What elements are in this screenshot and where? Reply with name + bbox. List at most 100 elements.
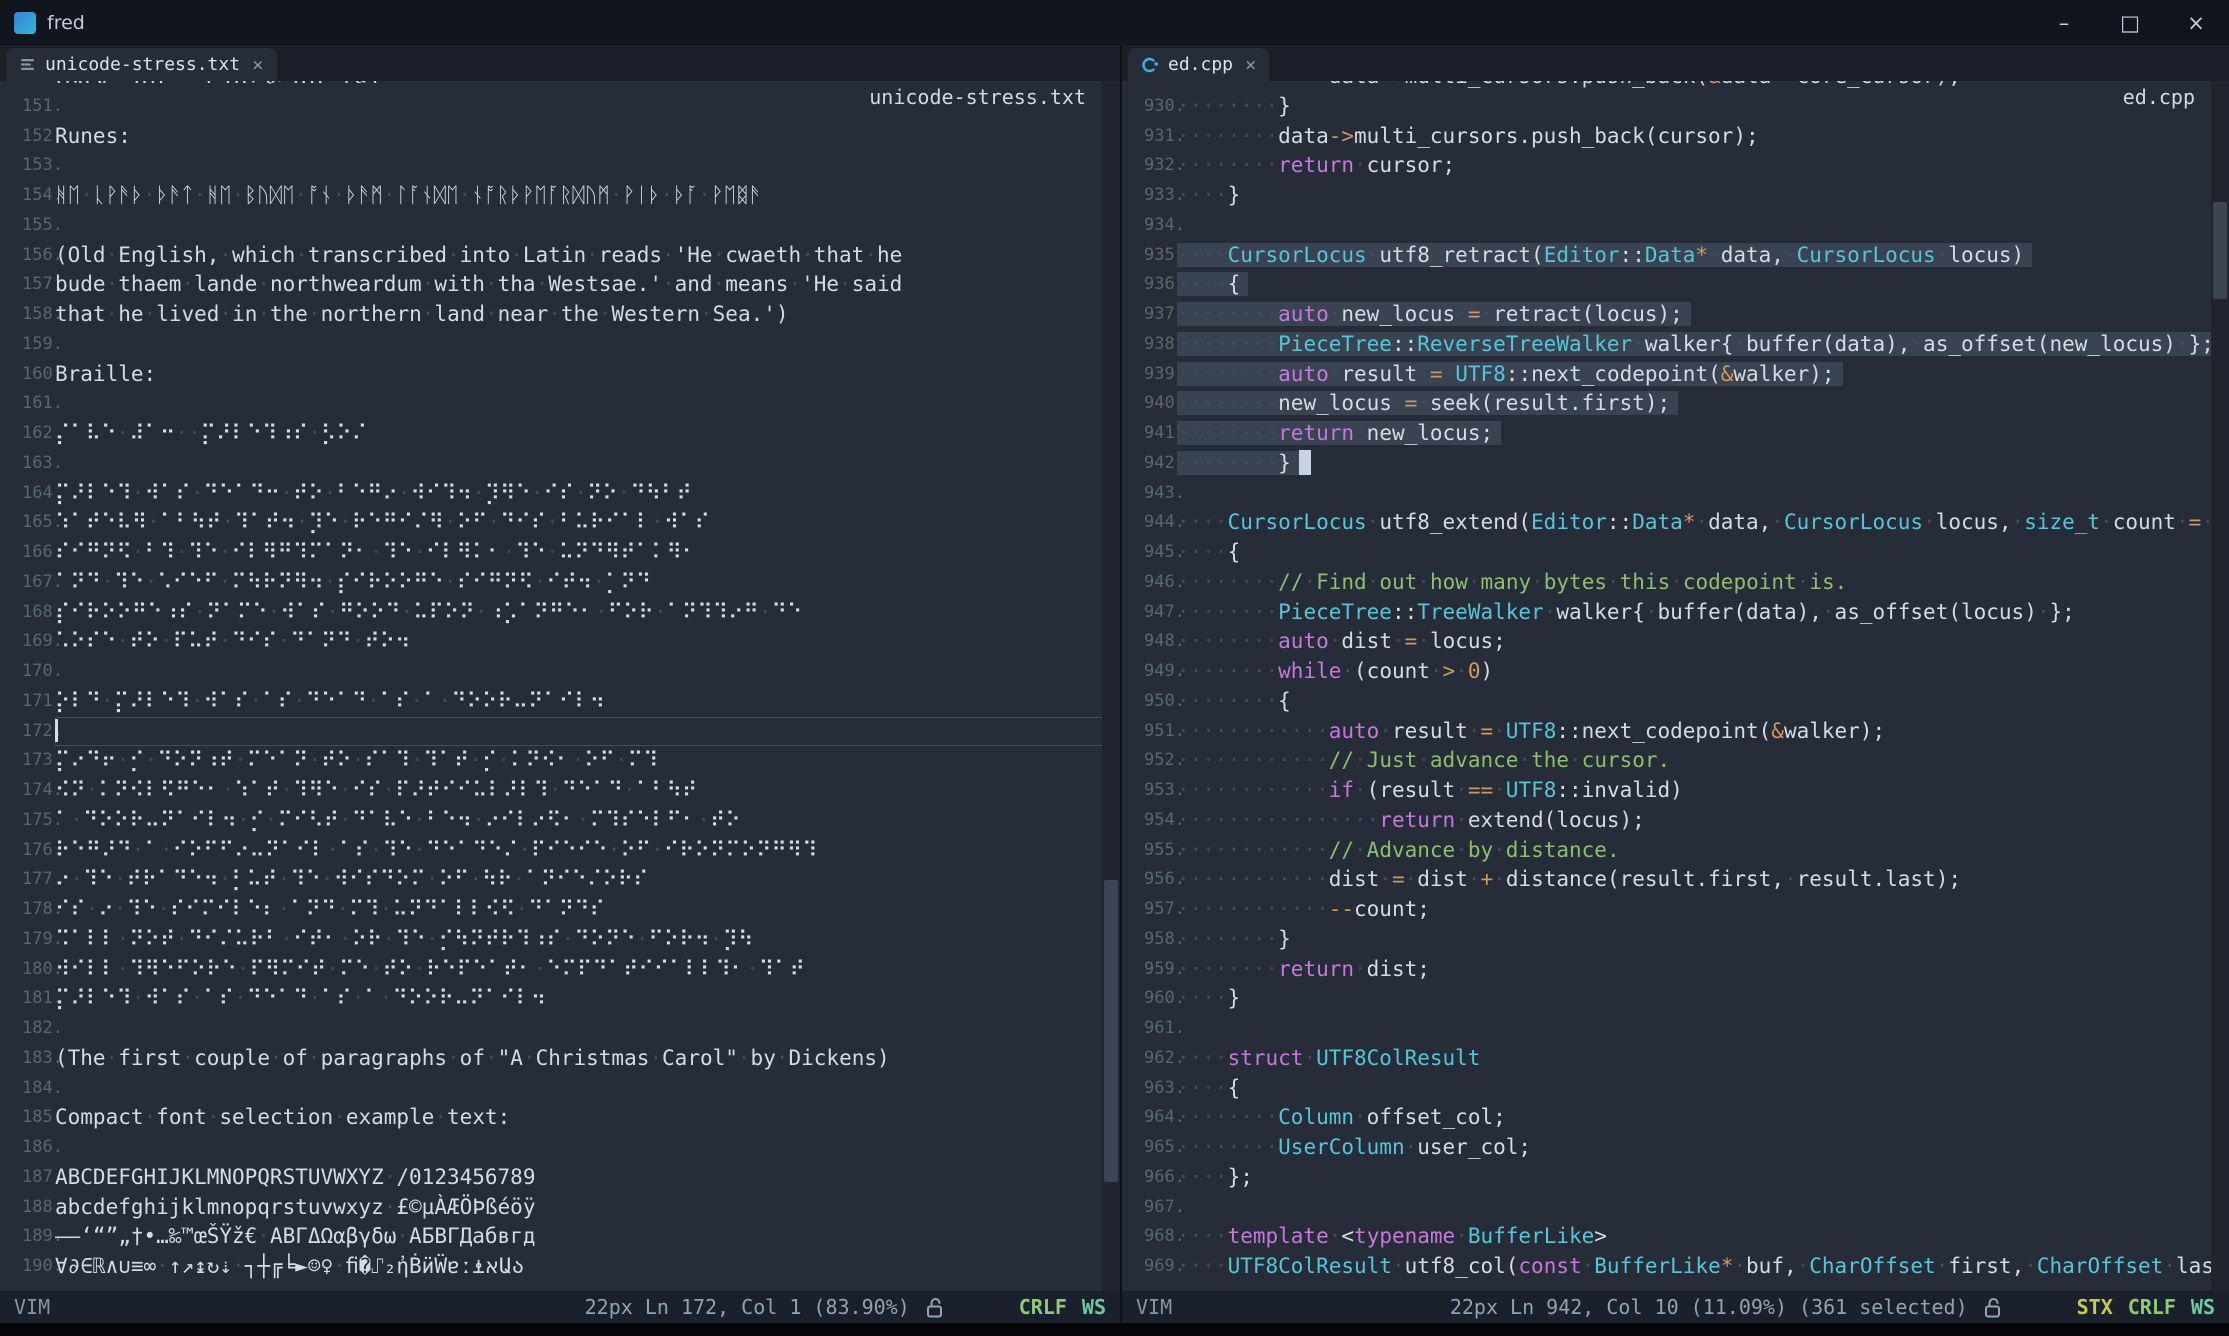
line-number: 156. <box>0 241 46 271</box>
line-number: 183. <box>0 1044 46 1074</box>
editor-line: 934. <box>1122 211 2229 241</box>
status-bar-right: VIM 22px Ln 942, Col 10 (11.09%) (361 se… <box>1122 1291 2229 1323</box>
editor-line: 180.⠺⠊⠇⠇·⠹⠻⠑⠋⠕⠗⠑·⠏⠻⠍⠊⠞·⠍⠑·⠞⠕·⠗⠑⠏⠑⠁⠞⠂·⠑⠍⠏… <box>0 955 1120 985</box>
line-number: 165. <box>0 508 46 538</box>
scrollbar-thumb[interactable] <box>1104 880 1118 1183</box>
line-number: 953. <box>1122 776 1168 806</box>
minimize-button[interactable]: – <box>2031 0 2097 45</box>
editor-line: 171.⡕⠇⠙·⡍⠜⠇⠑⠹·⠺⠁⠎·⠁⠎·⠙⠑⠁⠙·⠁⠎·⠁·⠙⠕⠕⠗⠤⠝⠁⠊⠇… <box>0 687 1120 717</box>
editor-line: 170. <box>0 657 1120 687</box>
line-number: 152. <box>0 122 46 152</box>
line-number: 154. <box>0 181 46 211</box>
editor-line: 172. <box>0 717 1120 747</box>
editor-lines: 929.············data->multi_cursors.push… <box>1122 81 2229 1282</box>
line-number: 937. <box>1122 300 1168 330</box>
line-number: 964. <box>1122 1103 1168 1133</box>
unlock-icon[interactable] <box>926 1296 945 1319</box>
status-indicator-crlf: CRLF <box>1019 1295 1067 1319</box>
status-indicator-crlf: CRLF <box>2128 1295 2176 1319</box>
title-bar: fred – □ × <box>0 0 2229 45</box>
line-number: 942. <box>1122 449 1168 479</box>
editor-line: 944.····CursorLocus·utf8_extend(Editor::… <box>1122 508 2229 538</box>
line-number: 933. <box>1122 181 1168 211</box>
editor-line: 945.····{ <box>1122 538 2229 568</box>
line-number: 951. <box>1122 717 1168 747</box>
line-number: 155. <box>0 211 46 241</box>
line-number: 172. <box>0 717 46 747</box>
line-number: 169. <box>0 627 46 657</box>
tab-strip-left: unicode-stress.txt × <box>0 45 1120 81</box>
line-number: 931. <box>1122 122 1168 152</box>
unlock-icon[interactable] <box>1984 1296 2003 1319</box>
editor-line: 964.········Column·offset_col; <box>1122 1103 2229 1133</box>
window-bottom-edge <box>0 1323 2229 1336</box>
editor-line: 935.····CursorLocus·utf8_retract(Editor:… <box>1122 241 2229 271</box>
editor-line: 173.⡍⠔⠙⠖·⡊·⠙⠕⠝⠰⠞·⠍⠑⠁⠝·⠞⠕·⠎⠁⠹·⠹⠁⠞·⡊·⠅⠝⠪⠂·… <box>0 746 1120 776</box>
line-number: 157. <box>0 270 46 300</box>
text-file-icon <box>19 56 36 73</box>
editor-right[interactable]: ed.cpp 929.············data->multi_curso… <box>1122 81 2229 1291</box>
editor-line: 182. <box>0 1014 1120 1044</box>
tab-close-icon[interactable]: × <box>252 54 263 76</box>
line-number: 968. <box>1122 1222 1168 1252</box>
scrollbar-thumb[interactable] <box>2213 202 2227 299</box>
editor-line: 164.⡍⠜⠇⠑⠹·⠺⠁⠎·⠙⠑⠁⠙⠒·⠞⠕·⠃⠑⠛⠔·⠺⠊⠹⠲·⡹⠻⠑·⠊⠎·… <box>0 479 1120 509</box>
editor-line: 175.⠁·⠙⠕⠕⠗⠤⠝⠁⠊⠇⠲·⡊·⠍⠊⠣⠞·⠙⠁⠧⠑·⠃⠑⠲·⠔⠊⠇⠔⠫⠂·… <box>0 806 1120 836</box>
line-number: 189. <box>0 1222 46 1252</box>
editor-line: 968.····template·<typename·BufferLike> <box>1122 1222 2229 1252</box>
filename-overlay: ed.cpp <box>2123 85 2195 109</box>
text-cursor <box>55 719 58 742</box>
tab-unicode-stress[interactable]: unicode-stress.txt × <box>6 48 277 81</box>
line-number: 185. <box>0 1103 46 1133</box>
line-number: 944. <box>1122 508 1168 538</box>
line-number: 187. <box>0 1163 46 1193</box>
line-number: 962. <box>1122 1044 1168 1074</box>
editor-line: 966.····}; <box>1122 1163 2229 1193</box>
tab-strip-right: ed.cpp × <box>1122 45 2229 81</box>
editor-line: 951.············auto·result·=·UTF8::next… <box>1122 717 2229 747</box>
line-number: 158. <box>0 300 46 330</box>
eol-indicators: STXCRLFWS <box>2077 1295 2215 1319</box>
editor-line: 930.········} <box>1122 92 2229 122</box>
line-number: 170. <box>0 657 46 687</box>
editor-line: 961. <box>1122 1014 2229 1044</box>
line-number: 175. <box>0 806 46 836</box>
scrollbar[interactable] <box>1102 81 1120 1291</box>
editor-line: 939.········auto·result·=·UTF8::next_cod… <box>1122 360 2229 390</box>
editor-left[interactable]: unicode-stress.txt 150.የእስላም·አገሩ·መካ·የአሞራ… <box>0 81 1120 1291</box>
filename-overlay: unicode-stress.txt <box>869 85 1086 109</box>
editor-line: 157.bude·thaem·lande·northweardum·with·t… <box>0 270 1120 300</box>
line-number: 176. <box>0 836 46 866</box>
scrollbar[interactable] <box>2211 81 2229 1291</box>
line-number: 940. <box>1122 389 1168 419</box>
pane-unicode-stress: unicode-stress.txt × unicode-stress.txt … <box>0 45 1122 1323</box>
line-number: 941. <box>1122 419 1168 449</box>
line-number: 946. <box>1122 568 1168 598</box>
pane-ed-cpp: ed.cpp × ed.cpp 929.············data->mu… <box>1122 45 2229 1323</box>
editor-line: 178.⠊⠎·⠔·⠹⠑·⠎⠊⠍⠊⠇⠑⠆·⠁⠝⠙·⠍⠹·⠥⠝⠙⠁⠇⠇⠪⠫·⠙⠁⠝⠙… <box>0 895 1120 925</box>
line-number: 188. <box>0 1193 46 1223</box>
editor-line: 956.············dist·=·dist·+·distance(r… <box>1122 865 2229 895</box>
editor-line: 184. <box>0 1074 1120 1104</box>
editor-line: 931.········data->multi_cursors.push_bac… <box>1122 122 2229 152</box>
status-bar-left: VIM 22px Ln 172, Col 1 (83.90%) CRLFWS <box>0 1291 1120 1323</box>
editor-line: 948.········auto·dist·=·locus; <box>1122 627 2229 657</box>
app-window: fred – □ × unicode-stress.txt <box>0 0 2229 1336</box>
tab-close-icon[interactable]: × <box>1245 54 1256 76</box>
line-number: 168. <box>0 598 46 628</box>
editor-line: 168.⡎⠊⠗⠕⠕⠛⠑⠰⠎·⠝⠁⠍⠑·⠺⠁⠎·⠛⠕⠕⠙·⠥⠏⠕⠝·⠰⡡⠁⠝⠛⠑⠂… <box>0 598 1120 628</box>
line-number: 961. <box>1122 1014 1168 1044</box>
editor-line: 969.····UTF8ColResult·utf8_col(const·Buf… <box>1122 1252 2229 1282</box>
editor-line: 161. <box>0 389 1120 419</box>
editor-line: 160.Braille: <box>0 360 1120 390</box>
app-icon <box>14 12 36 34</box>
line-number: 161. <box>0 389 46 419</box>
tab-ed-cpp[interactable]: ed.cpp × <box>1128 48 1269 81</box>
line-number: 190. <box>0 1252 46 1282</box>
line-number: 956. <box>1122 865 1168 895</box>
editor-line: 167.⠁⠝⠙·⠹⠑·⠡⠊⠑⠋·⠍⠳⠗⠝⠻⠲·⡎⠊⠗⠕⠕⠛⠑·⠎⠊⠛⠝⠫·⠊⠞⠲… <box>0 568 1120 598</box>
close-button[interactable]: × <box>2163 0 2229 45</box>
editor-split: unicode-stress.txt × unicode-stress.txt … <box>0 45 2229 1323</box>
maximize-button[interactable]: □ <box>2097 0 2163 45</box>
editor-line: 938.········PieceTree::ReverseTreeWalker… <box>1122 330 2229 360</box>
